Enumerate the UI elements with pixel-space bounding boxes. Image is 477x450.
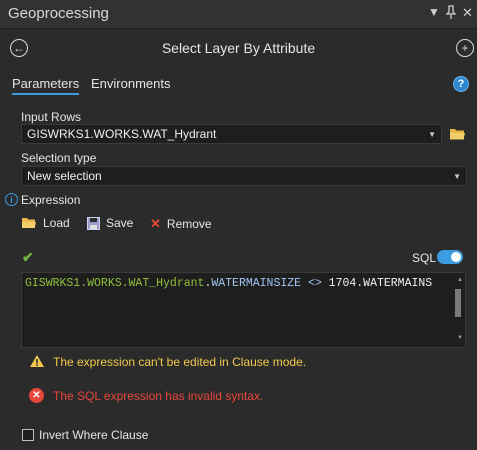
selection-type-label: Selection type	[21, 151, 97, 165]
invert-where-clause-checkbox[interactable]	[22, 429, 34, 441]
scroll-down-icon[interactable]: ▼	[457, 335, 463, 341]
pin-icon[interactable]	[445, 5, 457, 22]
sql-expression-text[interactable]: GISWRKS1.WORKS.WAT_Hydrant.WATERMAINSIZE…	[25, 277, 432, 290]
selection-type-dropdown[interactable]: New selection ▼	[21, 166, 467, 186]
remove-icon: ✕	[150, 216, 161, 231]
tool-title: Select Layer By Attribute	[161, 40, 316, 56]
window-title: Geoprocessing	[8, 5, 109, 22]
input-rows-dropdown[interactable]: GISWRKS1.WORKS.WAT_Hydrant ▼	[21, 124, 442, 144]
scrollbar-thumb[interactable]	[455, 289, 461, 317]
scroll-up-icon[interactable]: ▲	[457, 277, 463, 283]
warning-message: The expression can't be edited in Clause…	[53, 355, 307, 369]
tab-parameters[interactable]: Parameters	[12, 76, 80, 95]
invert-where-clause-label[interactable]: Invert Where Clause	[39, 428, 148, 442]
info-icon[interactable]: i	[5, 193, 18, 206]
folder-icon	[22, 218, 36, 228]
error-message: The SQL expression has invalid syntax.	[53, 389, 264, 403]
dropdown-icon[interactable]: ▼	[428, 5, 440, 19]
browse-folder-icon[interactable]	[449, 127, 466, 144]
tab-environments[interactable]: Environments	[91, 76, 170, 91]
sql-value: 1704.WATERMAINS	[328, 277, 433, 290]
save-label: Save	[106, 216, 134, 230]
load-label: Load	[43, 216, 70, 230]
add-icon[interactable]: +	[456, 39, 474, 57]
sql-layer-name: GISWRKS1.WORKS.WAT_Hydrant	[25, 277, 205, 290]
load-button[interactable]: Load	[22, 216, 70, 230]
title-bar: Geoprocessing ▼ ✕	[0, 0, 477, 29]
chevron-down-icon: ▼	[453, 172, 461, 181]
sql-toggle-label: SQL	[412, 251, 437, 265]
expression-label: Expression	[21, 193, 81, 207]
sql-field-operator: WATERMAINSIZE <>	[211, 277, 329, 290]
sql-toggle[interactable]	[437, 250, 463, 264]
toggle-knob	[451, 252, 461, 262]
sql-expression-box[interactable]: GISWRKS1.WORKS.WAT_Hydrant.WATERMAINSIZE…	[21, 272, 466, 348]
warning-icon	[29, 354, 45, 371]
help-icon[interactable]: ?	[453, 76, 469, 92]
remove-label: Remove	[166, 217, 212, 231]
selection-type-value: New selection	[27, 169, 102, 183]
save-icon	[87, 216, 100, 230]
checkmark-icon: ✔	[22, 249, 34, 265]
close-icon[interactable]: ✕	[462, 5, 473, 21]
error-icon: ✕	[29, 388, 44, 403]
chevron-down-icon: ▼	[428, 130, 436, 139]
remove-button[interactable]: ✕ Remove	[150, 216, 212, 232]
vertical-scrollbar[interactable]: ▲ ▼	[454, 277, 463, 343]
save-button[interactable]: Save	[87, 216, 133, 230]
input-rows-value: GISWRKS1.WORKS.WAT_Hydrant	[27, 127, 217, 141]
input-rows-label: Input Rows	[21, 110, 82, 124]
